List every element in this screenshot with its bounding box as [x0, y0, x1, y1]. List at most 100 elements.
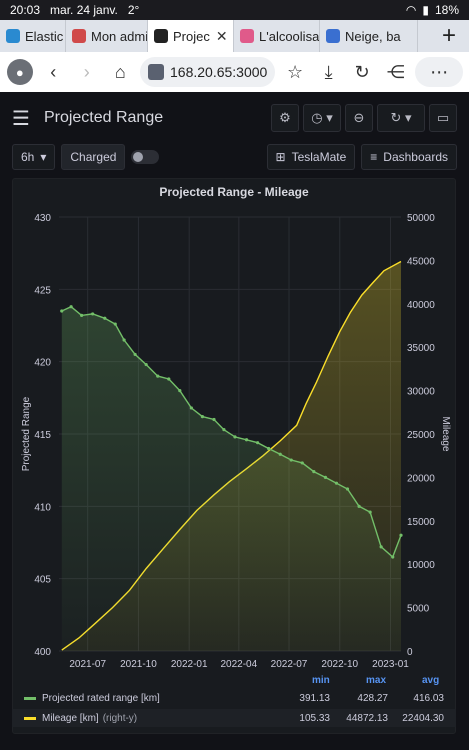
range-point	[144, 362, 148, 367]
teslamate-link[interactable]: ⊞ TeslaMate	[266, 144, 356, 170]
tab-projected-range[interactable]: Projec ✕	[148, 20, 234, 52]
legend-swatch	[24, 696, 36, 700]
tab-neige[interactable]: Neige, ba	[320, 20, 418, 52]
reload-icon: ↻	[354, 61, 370, 82]
tab-mon-admi[interactable]: Mon admi	[66, 20, 148, 52]
charged-toggle[interactable]	[131, 150, 160, 164]
range-point	[368, 510, 372, 514]
tab-favicon-icon	[326, 29, 340, 43]
legend-row-mileage[interactable]: Mileage [km] (right-y) 105.33 44872.13 22…	[12, 709, 456, 727]
time-picker-button[interactable]: ◷ ▾	[303, 104, 341, 132]
legend-row-range[interactable]: Projected rated range [km] 391.13 428.27…	[12, 689, 456, 707]
list-icon: ≡	[370, 150, 378, 164]
profile-avatar-icon: ●	[6, 59, 33, 85]
tab-elastic[interactable]: Elastic	[0, 20, 66, 52]
dashboards-link[interactable]: ≡ Dashboards	[361, 144, 457, 170]
legend-series-label: Mileage [km]	[42, 712, 99, 724]
time-range-value: 6h	[21, 150, 35, 164]
teslamate-label: TeslaMate	[291, 150, 347, 164]
range-mileage-chart[interactable]: 400 405 410 415 420 425 430 0 5000 10000 15000 2000…	[13, 197, 457, 697]
range-point	[244, 438, 249, 442]
y2-tick-label: 25000	[407, 430, 435, 441]
tab-favicon-icon	[240, 29, 254, 43]
range-point	[312, 470, 316, 474]
chevron-down-icon: ▾	[40, 150, 47, 164]
forward-button[interactable]: ›	[73, 57, 101, 87]
range-point	[323, 475, 328, 479]
status-date: mar. 24 janv.	[50, 3, 118, 17]
legend-series-name: Mileage [km] (right-y)	[42, 713, 137, 724]
range-point	[334, 481, 339, 485]
range-point	[189, 406, 193, 410]
clock-icon: ◷ ▾	[311, 110, 333, 125]
legend-avg: 416.03	[413, 692, 444, 704]
legend-series-name: Projected rated range [km]	[42, 692, 160, 704]
tab-label: Mon admi	[91, 28, 148, 44]
range-point	[178, 389, 182, 393]
download-button[interactable]: ⤓	[315, 57, 343, 87]
legend-avg: 22404.30	[402, 712, 444, 724]
zoom-out-button[interactable]: ⊖	[345, 104, 373, 132]
refresh-icon: ↻ ▾	[390, 110, 412, 125]
tab-label: Elastic	[25, 28, 64, 44]
close-tab-icon[interactable]: ✕	[216, 28, 228, 45]
y2-tick-label: 40000	[407, 300, 435, 311]
y-axis-label: Projected Range	[21, 396, 32, 471]
share-icon: ⋲	[386, 61, 405, 82]
y-tick-label: 420	[34, 358, 51, 369]
range-point	[300, 461, 304, 465]
tab-label: Neige, ba	[345, 28, 401, 44]
bookmark-button[interactable]: ☆	[281, 57, 309, 87]
range-point	[91, 312, 95, 316]
range-point	[233, 435, 237, 439]
refresh-button[interactable]: ↻ ▾	[377, 104, 425, 132]
y2-tick-label: 50000	[407, 213, 435, 224]
charged-label: Charged	[61, 144, 126, 170]
range-point	[391, 555, 395, 559]
y-tick-label: 410	[34, 502, 51, 513]
browser-menu-button[interactable]: ⋯	[415, 57, 463, 87]
legend-header-avg: avg	[422, 675, 440, 686]
range-point	[60, 309, 64, 313]
reload-button[interactable]: ↻	[348, 57, 376, 87]
tab-label: Projec	[173, 28, 210, 44]
legend-max: 44872.13	[346, 712, 388, 724]
back-button[interactable]: ‹	[40, 57, 68, 87]
star-icon: ☆	[287, 61, 304, 82]
settings-button[interactable]: ⚙	[271, 104, 299, 132]
y-tick-label: 415	[34, 430, 51, 441]
url-text: 168.20.65:3000	[170, 64, 268, 80]
security-shield-icon	[148, 64, 164, 80]
x-tick-label: 2023-01	[372, 659, 409, 670]
browser-tab-strip: Elastic Mon admi Projec ✕ L'alcoolisa Ne…	[0, 20, 469, 52]
range-point	[255, 441, 260, 445]
address-bar[interactable]: 168.20.65:3000	[140, 57, 276, 87]
range-point	[200, 415, 205, 419]
home-button[interactable]: ⌂	[107, 57, 135, 87]
android-status-bar: 20:03 mar. 24 janv. 2° ◠ ▮ 18%	[0, 0, 469, 20]
legend-swatch	[24, 716, 36, 720]
gear-icon: ⚙	[279, 110, 291, 125]
x-tick-label: 2022-10	[321, 659, 358, 670]
share-button[interactable]: ⋲	[382, 57, 410, 87]
x-tick-label: 2022-01	[171, 659, 208, 670]
grid-icon: ⊞	[275, 150, 286, 164]
tv-mode-button[interactable]: ▭	[429, 104, 457, 132]
hamburger-menu-icon[interactable]: ☰	[12, 106, 30, 131]
x-tick-label: 2022-07	[271, 659, 308, 670]
legend-min: 391.13	[299, 692, 330, 704]
range-point	[222, 428, 226, 432]
tab-alcoolisa[interactable]: L'alcoolisa	[234, 20, 320, 52]
download-icon: ⤓	[324, 61, 333, 82]
new-tab-button[interactable]: +	[429, 22, 469, 50]
range-point	[212, 417, 216, 422]
range-point	[122, 338, 126, 342]
range-point	[379, 545, 383, 549]
time-range-select[interactable]: 6h ▾	[12, 144, 56, 170]
dashboards-label: Dashboards	[383, 150, 448, 164]
range-point	[357, 504, 361, 508]
range-point	[267, 446, 271, 451]
legend-max: 428.27	[357, 692, 388, 704]
x-tick-label: 2021-07	[69, 659, 106, 670]
profile-button[interactable]: ●	[6, 57, 34, 87]
